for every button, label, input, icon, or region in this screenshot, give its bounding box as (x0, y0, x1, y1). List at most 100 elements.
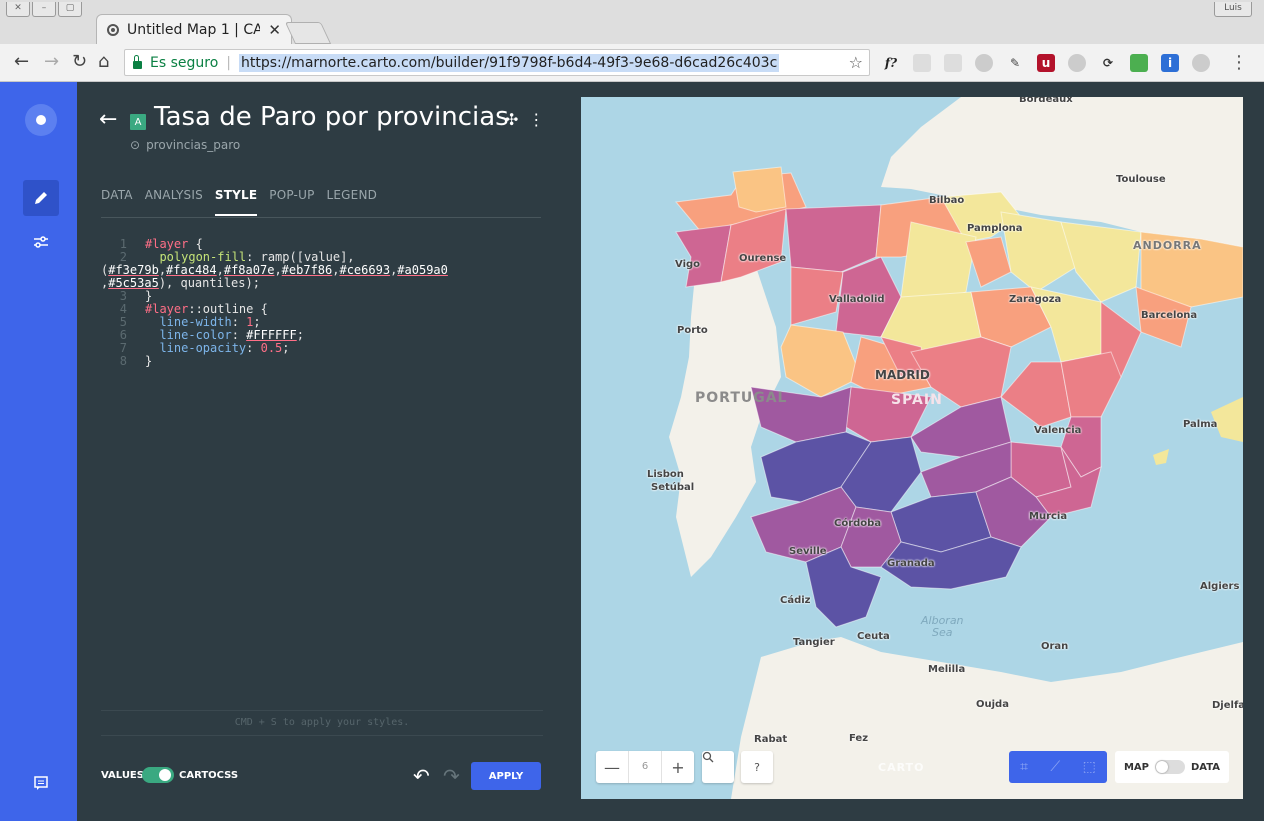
city-label: Oran (1041, 641, 1069, 652)
code-line: 8} (119, 354, 153, 368)
draw-polygon-icon[interactable]: ⬚ (1083, 759, 1096, 775)
formula-extension-icon[interactable]: f? (882, 54, 900, 72)
ublock-icon[interactable]: u (1037, 54, 1055, 72)
cartocss-editor[interactable]: 1 #layer { 2 polygon-fill: ramp([value], … (101, 238, 543, 708)
title-actions: ✣ ⋮ (505, 110, 544, 129)
city-label: Ceuta (857, 631, 890, 642)
city-label: Granada (887, 558, 935, 569)
city-label: Murcia (1029, 511, 1068, 522)
extension-icon[interactable] (1192, 54, 1210, 72)
close-tab-icon[interactable]: ✕ (268, 21, 281, 39)
city-label: Djelfa (1212, 700, 1243, 711)
minimize-window-icon[interactable]: – (32, 2, 56, 17)
city-label: Palma (1183, 419, 1218, 430)
feedback-button[interactable] (23, 765, 59, 801)
draw-line-icon[interactable]: ⟋ (1050, 759, 1060, 775)
city-label: Córdoba (834, 518, 882, 529)
city-label: Pamplona (967, 223, 1023, 234)
zoom-out-button[interactable]: — (596, 758, 628, 777)
extension-icon[interactable] (1130, 54, 1148, 72)
home-icon[interactable]: ⌂ (98, 52, 109, 72)
zoom-control: — 6 + (596, 751, 694, 783)
carto-watermark: CARTO (878, 761, 925, 774)
country-label: SPAIN (891, 392, 943, 408)
draw-point-icon[interactable]: ⌗ (1020, 759, 1028, 775)
extension-icon[interactable] (944, 54, 962, 72)
layer-title[interactable]: Tasa de Paro por provincias (154, 102, 509, 132)
extension-icon[interactable] (975, 54, 993, 72)
close-window-icon[interactable]: ✕ (6, 2, 30, 17)
extension-icon[interactable] (913, 54, 931, 72)
layer-style-panel: ← A Tasa de Paro por provincias ✣ ⋮ ⊙ pr… (77, 82, 566, 821)
map-canvas[interactable]: Bordeaux Toulouse Bilbao Pamplona ANDORR… (581, 97, 1243, 799)
bookmark-star-icon[interactable]: ☆ (849, 53, 863, 72)
sliders-icon (34, 236, 48, 248)
city-label: MADRID (875, 368, 930, 382)
back-arrow-icon[interactable]: ← (99, 107, 117, 132)
code-line: ,#5c53a5), quantiles); (101, 276, 260, 290)
maximize-window-icon[interactable]: ▢ (58, 2, 82, 17)
undo-icon[interactable]: ↶ (413, 764, 430, 788)
map-data-switch[interactable] (1154, 760, 1185, 774)
layer-source[interactable]: ⊙ provincias_paro (130, 138, 240, 152)
map-help-button[interactable]: ? (741, 751, 773, 783)
lock-icon (133, 54, 142, 69)
carto-favicon-icon (107, 23, 119, 36)
browser-tab[interactable]: Untitled Map 1 | CA ✕ (96, 14, 292, 44)
map-data-toggle[interactable]: MAP DATA (1115, 751, 1229, 783)
tab-analysis[interactable]: ANALYSIS (145, 188, 203, 216)
style-pencil-button[interactable] (23, 180, 59, 216)
city-label: Rabat (754, 734, 788, 745)
separator: | (226, 54, 231, 71)
city-label: Porto (677, 325, 708, 336)
editor-hint: CMD + S to apply your styles. (101, 710, 543, 736)
cartocss-label: CARTOCSS (179, 770, 239, 781)
city-label: Oujda (976, 699, 1009, 710)
tab-popup[interactable]: POP-UP (269, 188, 314, 216)
code-line: 7 line-opacity: 0.5; (119, 341, 290, 355)
tab-style[interactable]: STYLE (214, 188, 258, 216)
city-label: Toulouse (1116, 174, 1166, 185)
extension-icons: f? ✎ u ⟳ i (882, 54, 1210, 72)
settings-sliders-button[interactable] (23, 224, 59, 260)
layer-tabs: DATA ANALYSIS STYLE POP-UP LEGEND (101, 188, 541, 218)
values-cartocss-toggle[interactable] (142, 767, 174, 783)
city-label: Cádiz (780, 595, 811, 606)
sync-icon[interactable]: ⟳ (1099, 54, 1117, 72)
city-label: Seville (789, 546, 827, 557)
url-text[interactable]: https://marnorte.carto.com/builder/91f97… (239, 53, 780, 72)
map-search-button[interactable] (702, 751, 734, 783)
extension-icon[interactable] (1068, 54, 1086, 72)
address-bar[interactable]: Es seguro | https://marnorte.carto.com/b… (124, 49, 870, 76)
more-options-icon[interactable]: ⋮ (528, 110, 544, 129)
carto-builder: ← A Tasa de Paro por provincias ✣ ⋮ ⊙ pr… (0, 82, 1264, 821)
move-icon[interactable]: ✣ (505, 110, 518, 129)
window-controls: ✕ – ▢ (6, 2, 82, 17)
carto-logo-icon[interactable] (25, 104, 57, 136)
country-label: PORTUGAL (695, 390, 788, 406)
panel-footer: VALUES CARTOCSS ↶ ↷ APPLY (101, 762, 541, 792)
tab-legend[interactable]: LEGEND (327, 188, 378, 216)
zoom-level: 6 (628, 751, 662, 783)
city-label: Melilla (928, 664, 966, 675)
city-label: Lisbon (647, 469, 684, 480)
pencil-icon (35, 192, 47, 204)
browser-menu-icon[interactable]: ⋮ (1230, 52, 1248, 73)
reload-icon[interactable]: ↻ (72, 52, 87, 72)
eyedropper-icon[interactable]: ✎ (1006, 54, 1024, 72)
draw-tools: ⌗ ⟋ ⬚ (1009, 751, 1107, 783)
back-icon[interactable]: ← (14, 52, 29, 72)
chat-icon (34, 776, 48, 790)
city-label: Setúbal (651, 482, 695, 493)
map-label: MAP (1123, 761, 1149, 773)
forward-icon[interactable]: → (44, 52, 59, 72)
browser-tabstrip: ✕ – ▢ Luis Untitled Map 1 | CA ✕ (0, 0, 1264, 44)
apply-button[interactable]: APPLY (471, 762, 541, 790)
profile-button[interactable]: Luis (1214, 2, 1252, 17)
extension-icon[interactable]: i (1161, 54, 1179, 72)
map-area: Bordeaux Toulouse Bilbao Pamplona ANDORR… (566, 82, 1264, 821)
city-label: Vigo (675, 259, 701, 270)
redo-icon[interactable]: ↷ (443, 764, 460, 788)
zoom-in-button[interactable]: + (662, 758, 694, 777)
tab-data[interactable]: DATA (101, 188, 133, 216)
